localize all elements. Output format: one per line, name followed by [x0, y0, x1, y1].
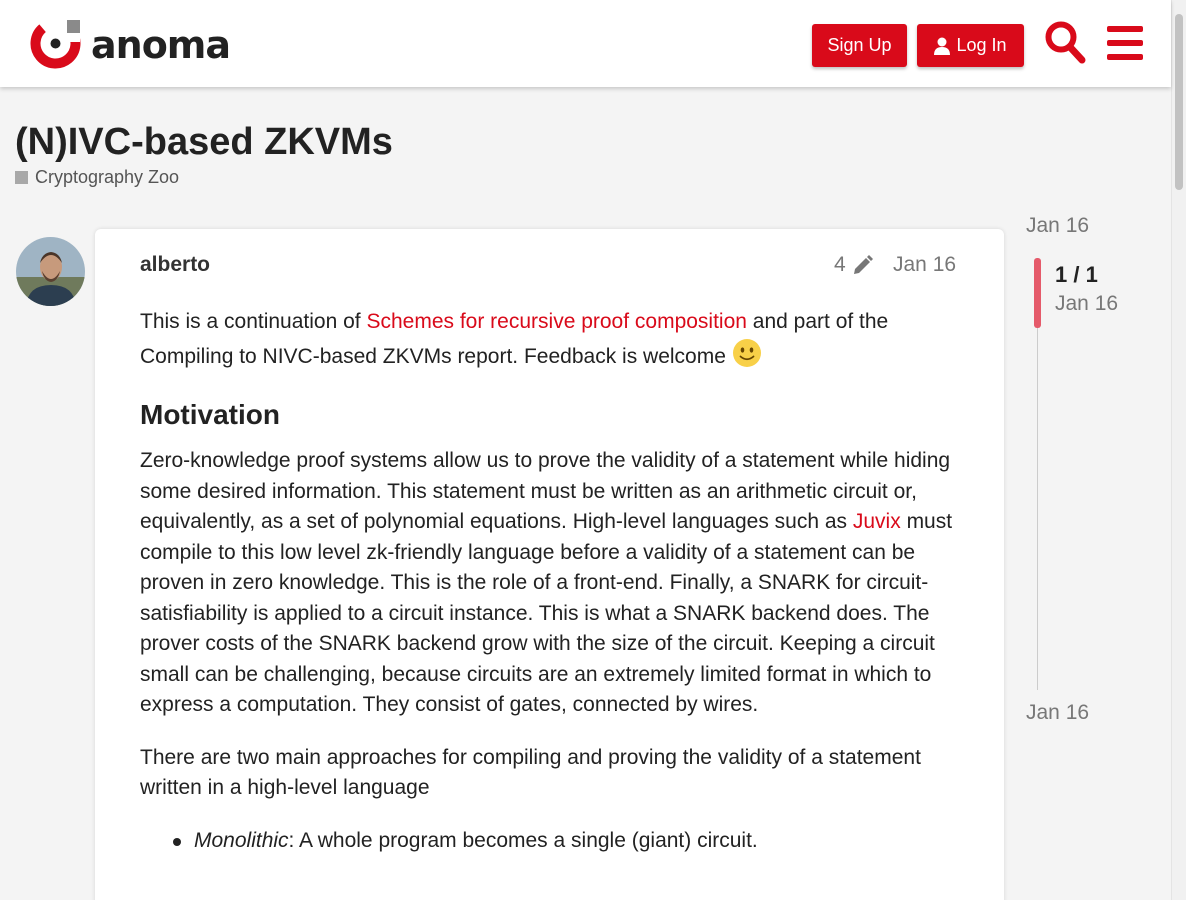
approaches-list: Monolithic: A whole program becomes a si… — [140, 826, 960, 857]
sign-up-button[interactable]: Sign Up — [812, 24, 907, 67]
motivation-text: Zero-knowledge proof systems allow us to… — [140, 449, 951, 533]
site-logo[interactable]: anoma — [30, 18, 231, 69]
category-label: Cryptography Zoo — [35, 167, 180, 187]
avatar[interactable] — [16, 237, 85, 306]
post-author[interactable]: alberto — [140, 253, 210, 277]
log-in-label: Log In — [956, 35, 1007, 55]
category-color-swatch — [15, 171, 28, 184]
juvix-link[interactable]: Juvix — [853, 510, 901, 533]
timeline-scroller-handle[interactable] — [1034, 258, 1041, 328]
motivation-text-rest: must compile to this low level zk-friend… — [140, 510, 953, 716]
log-in-button[interactable]: Log In — [917, 24, 1024, 67]
list-item: Monolithic: A whole program becomes a si… — [173, 826, 960, 857]
heading-motivation: Motivation — [140, 399, 280, 430]
site-header: anoma Sign Up Log In — [0, 0, 1171, 87]
user-icon — [934, 37, 951, 55]
timeline-current-date: Jan 16 — [1055, 292, 1119, 315]
list-item-term: Monolithic — [194, 828, 289, 852]
search-icon[interactable] — [1044, 20, 1086, 64]
sign-up-label: Sign Up — [827, 35, 892, 55]
hamburger-menu-icon[interactable] — [1106, 20, 1144, 64]
motivation-paragraph: Zero-knowledge proof systems allow us to… — [140, 446, 960, 721]
pencil-icon — [853, 255, 873, 274]
topic-title[interactable]: (N)IVC-based ZKVMs — [15, 120, 393, 164]
intro-text: This is a continuation of — [140, 310, 367, 333]
logo-text: anoma — [91, 22, 231, 67]
slight-smile-emoji-icon — [732, 338, 761, 367]
category-badge[interactable]: Cryptography Zoo — [15, 167, 179, 188]
intro-paragraph: This is a continuation of Schemes for re… — [140, 307, 960, 372]
list-item-text: : A whole program becomes a single (gian… — [288, 828, 758, 852]
anoma-logo-icon — [30, 18, 81, 69]
post-card: alberto 4 Jan 16 This is a continuation … — [95, 229, 1004, 900]
post-body: This is a continuation of Schemes for re… — [140, 307, 960, 856]
edit-history-button[interactable]: 4 — [834, 253, 874, 277]
edit-count: 4 — [834, 253, 846, 276]
scrollbar-thumb[interactable] — [1175, 14, 1183, 190]
page-scrollbar[interactable] — [1171, 0, 1186, 900]
timeline-start-date[interactable]: Jan 16 — [1026, 214, 1089, 238]
post-date[interactable]: Jan 16 — [893, 253, 956, 277]
approaches-paragraph: There are two main approaches for compil… — [140, 745, 921, 800]
recursive-proof-link[interactable]: Schemes for recursive proof composition — [366, 310, 747, 333]
timeline-post-counter: 1 / 1 — [1055, 262, 1098, 287]
timeline-end-date[interactable]: Jan 16 — [1026, 701, 1089, 725]
